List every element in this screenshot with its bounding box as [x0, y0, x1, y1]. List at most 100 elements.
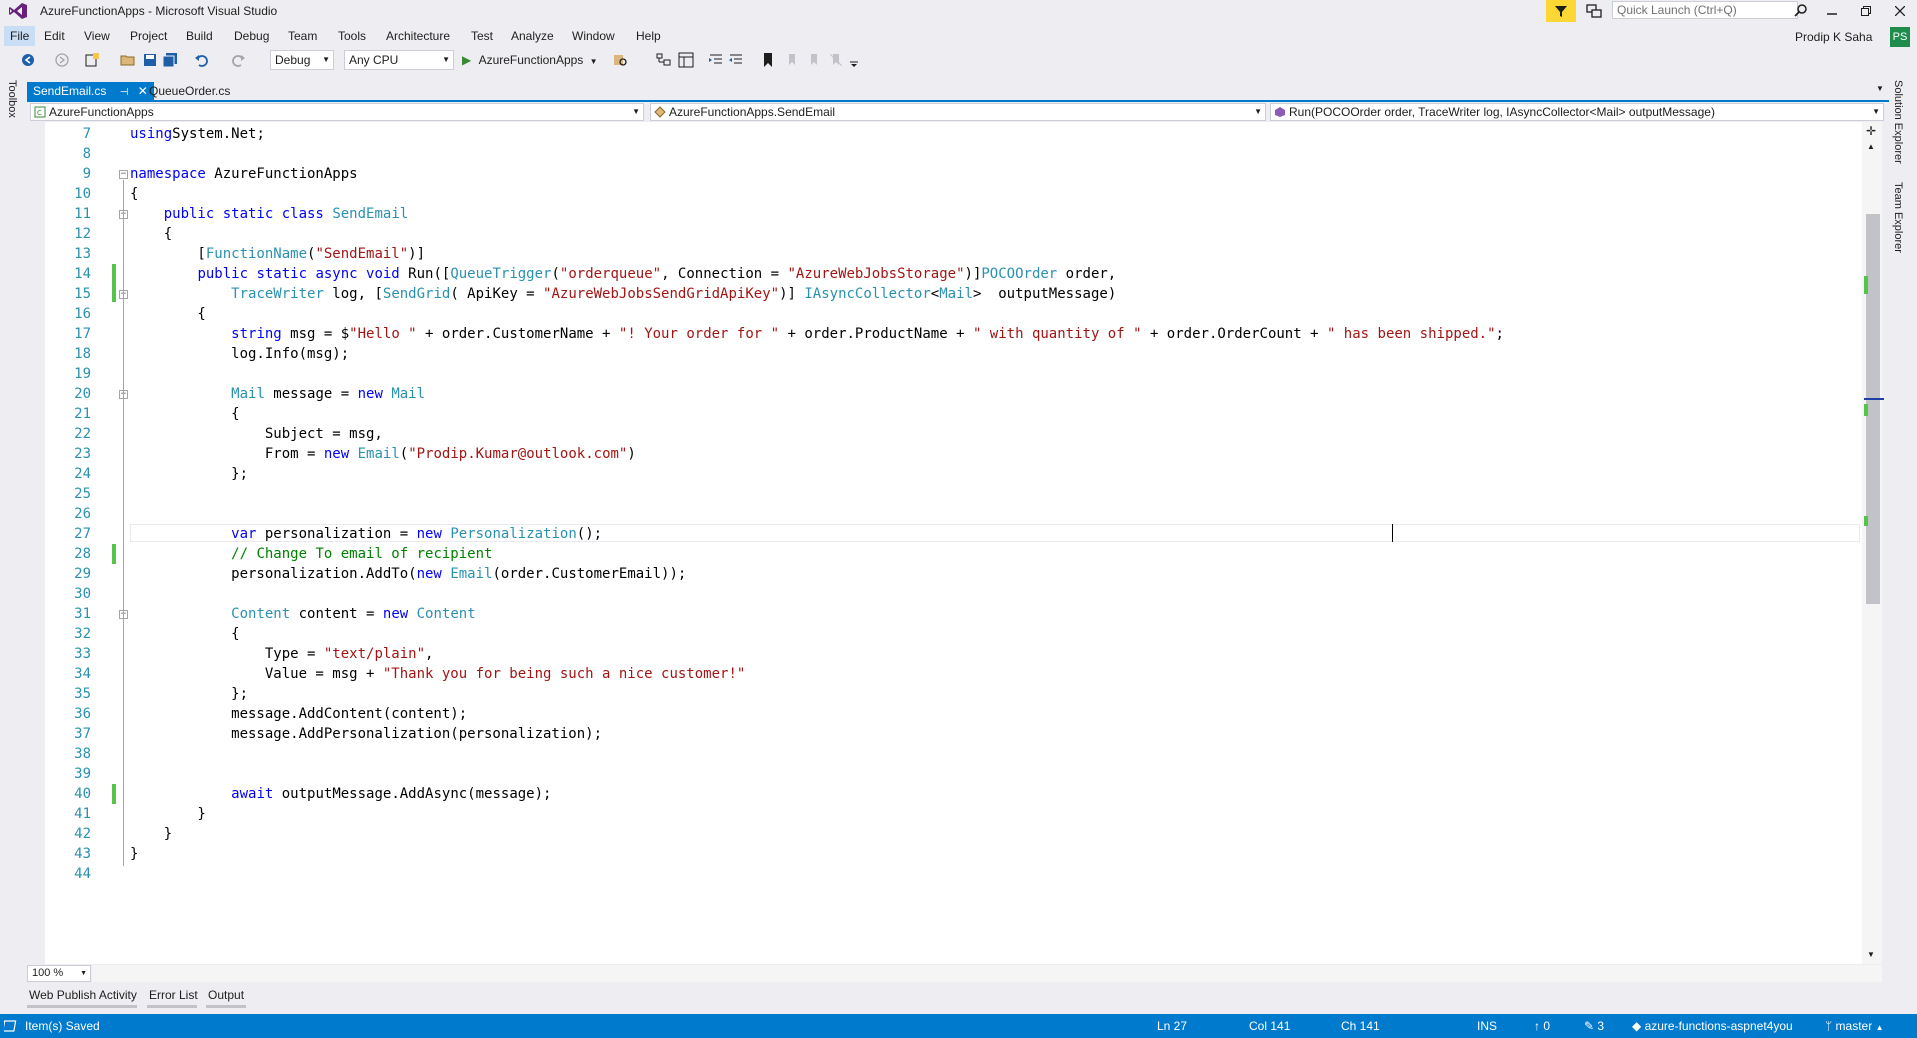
status-bar	[0, 1014, 1917, 1038]
pending-changes-button[interactable]: ✎ 3	[1584, 1019, 1604, 1033]
platform-dropdown[interactable]: Any CPU ▼	[344, 50, 454, 70]
repository-button[interactable]: ◆ azure-functions-aspnet4you	[1632, 1019, 1793, 1033]
zoom-value: 100 %	[32, 967, 64, 979]
line-number: 12	[74, 226, 91, 242]
bookmark-icon[interactable]	[760, 52, 776, 68]
redo-icon[interactable]	[230, 52, 246, 68]
code-token: ( ApiKey =	[450, 286, 544, 302]
scroll-down-icon[interactable]: ▼	[1867, 950, 1875, 959]
avatar[interactable]: PS	[1890, 27, 1910, 47]
zoom-dropdown[interactable]: 100 % ▼	[27, 965, 91, 982]
start-target-label: AzureFunctionApps	[478, 53, 584, 67]
branch-icon: ᛘ	[1825, 1019, 1833, 1033]
menu-window[interactable]: Window	[566, 26, 621, 46]
code-line: From = new Email("Prodip.Kumar@outlook.c…	[130, 444, 636, 464]
code-token: " has been shipped."	[1326, 326, 1496, 342]
notifications-filter-button[interactable]	[1546, 0, 1576, 22]
menu-analyze[interactable]: Analyze	[505, 26, 560, 46]
line-number: 39	[74, 766, 91, 782]
horizontal-scrollbar[interactable]	[92, 965, 1882, 982]
menu-debug[interactable]: Debug	[228, 26, 275, 46]
type-navigation-dropdown[interactable]: AzureFunctionApps.SendEmail ▼	[650, 103, 1266, 121]
scrollbar-thumb[interactable]	[1866, 214, 1880, 604]
code-line: TraceWriter log, [SendGrid( ApiKey = "Az…	[130, 284, 1116, 304]
previous-bookmark-icon[interactable]	[784, 52, 800, 68]
class-view-icon[interactable]	[678, 52, 694, 68]
solution-explorer-tab[interactable]: Solution Explorer	[1892, 80, 1904, 164]
tab-overflow-icon[interactable]: ▼	[1876, 84, 1884, 93]
back-icon[interactable]	[20, 52, 36, 68]
chevron-down-icon: ▼	[80, 970, 87, 977]
menu-team[interactable]: Team	[282, 26, 323, 46]
svg-text:C: C	[37, 109, 42, 117]
branch-button[interactable]: ᛘ master ▲	[1825, 1019, 1884, 1033]
menu-file[interactable]: File	[4, 26, 36, 46]
menu-architecture[interactable]: Architecture	[380, 26, 456, 46]
restore-button[interactable]	[1849, 0, 1883, 22]
next-bookmark-icon[interactable]	[806, 52, 822, 68]
change-marker	[112, 544, 116, 564]
forward-icon[interactable]	[54, 52, 70, 68]
menu-test[interactable]: Test	[465, 26, 499, 46]
tab-output[interactable]: Output	[206, 988, 246, 1002]
menu-tools[interactable]: Tools	[332, 26, 372, 46]
solution-explorer-icon[interactable]	[656, 52, 672, 68]
start-debugging-button[interactable]: ▶ AzureFunctionApps ▼	[462, 50, 598, 70]
save-icon[interactable]	[142, 52, 158, 68]
code-token: }	[130, 806, 206, 822]
toolbar-overflow-icon[interactable]	[846, 52, 862, 68]
code-token: POCOOrder	[981, 266, 1058, 282]
collapse-region-toggle[interactable]: −	[119, 170, 128, 179]
code-line: }	[130, 824, 172, 844]
scroll-up-icon[interactable]: ▲	[1867, 142, 1875, 151]
clear-bookmarks-icon[interactable]	[828, 52, 844, 68]
project-value: AzureFunctionApps	[49, 105, 154, 119]
fold-guide	[123, 180, 124, 866]
menu-project[interactable]: Project	[124, 26, 173, 46]
new-project-icon[interactable]	[84, 52, 100, 68]
save-all-icon[interactable]	[162, 52, 178, 68]
code-token: new	[323, 446, 350, 462]
member-navigation-dropdown[interactable]: Run(POCOOrder order, TraceWriter log, IA…	[1270, 103, 1884, 121]
tab-queueorder[interactable]: QueueOrder.cs	[143, 82, 236, 100]
indent-icon[interactable]	[708, 52, 724, 68]
tab-error-list[interactable]: Error List	[147, 988, 200, 1002]
pin-icon[interactable]: ⊣	[120, 87, 129, 98]
menu-edit[interactable]: Edit	[38, 26, 71, 46]
open-file-icon[interactable]	[120, 52, 136, 68]
menu-help[interactable]: Help	[630, 26, 667, 46]
find-in-files-icon[interactable]	[612, 52, 628, 68]
menu-build[interactable]: Build	[180, 26, 219, 46]
code-token: " with quantity of "	[972, 326, 1142, 342]
tab-sendemail[interactable]: SendEmail.cs ⊣ ✕	[27, 82, 154, 100]
code-line: await outputMessage.AddAsync(message);	[130, 784, 551, 804]
code-token: AzureFunctionApps	[205, 166, 358, 182]
pending-count: 3	[1597, 1019, 1605, 1033]
code-token: )	[627, 446, 636, 462]
team-explorer-tab[interactable]: Team Explorer	[1892, 182, 1904, 253]
outdent-icon[interactable]	[728, 52, 744, 68]
code-token: public static async void	[197, 266, 400, 282]
undo-icon[interactable]	[194, 52, 210, 68]
split-editor-icon[interactable]: ✛	[1866, 124, 1876, 138]
feedback-icon[interactable]	[1584, 2, 1604, 20]
unpushed-commits-button[interactable]: ↑ 0	[1534, 1019, 1550, 1033]
project-navigation-dropdown[interactable]: C AzureFunctionApps ▼	[30, 103, 644, 121]
minimize-button[interactable]	[1815, 0, 1849, 22]
search-icon[interactable]	[1794, 3, 1808, 17]
code-token: "AzureWebJobsSendGridApiKey"	[543, 286, 780, 302]
quick-launch-input[interactable]: Quick Launch (Ctrl+Q)	[1612, 1, 1798, 19]
code-token: Content	[231, 606, 291, 622]
line-number: 37	[74, 726, 91, 742]
menu-view[interactable]: View	[78, 26, 116, 46]
line-number: 38	[74, 746, 91, 762]
close-button[interactable]	[1883, 0, 1917, 22]
code-line: Value = msg + "Thank you for being such …	[130, 664, 745, 684]
user-name[interactable]: Prodip K Saha	[1795, 30, 1872, 44]
configuration-dropdown[interactable]: Debug ▼	[270, 50, 334, 70]
tab-web-publish-activity[interactable]: Web Publish Activity	[27, 988, 139, 1002]
toolbox-tab[interactable]: Toolbox	[0, 80, 22, 124]
code-token: "AzureWebJobsStorage"	[787, 266, 965, 282]
code-line: message.AddContent(content);	[130, 704, 467, 724]
code-token: , Connection =	[661, 266, 788, 282]
